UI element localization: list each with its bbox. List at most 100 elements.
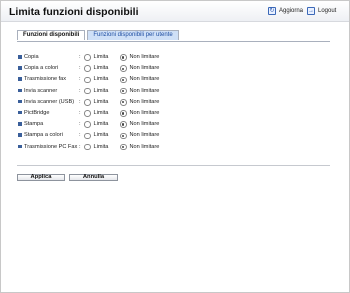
function-name: Trasmissione fax: [24, 76, 67, 83]
nolimit-radio[interactable]: [120, 65, 127, 72]
function-row: Invia scanner (USB): Limita Non limitare: [18, 98, 338, 109]
nolimit-radio[interactable]: [120, 87, 127, 95]
function-name: Stampa: [24, 121, 44, 128]
limit-option[interactable]: Limita: [84, 131, 109, 140]
nolimit-option[interactable]: Non limitare: [120, 131, 160, 140]
function-name: Invia scanner (USB): [24, 98, 75, 105]
tab-functions-per-user[interactable]: Funzioni disponibili per utente: [87, 30, 179, 40]
limit-radio[interactable]: [84, 76, 91, 84]
nolimit-label: Non limitare: [129, 54, 160, 60]
separator: :: [79, 65, 81, 72]
nolimit-label: Non limitare: [129, 98, 160, 105]
nolimit-label: Non limitare: [129, 132, 160, 139]
bullet-icon: [18, 110, 22, 115]
bullet-icon: [18, 66, 22, 70]
separator: :: [79, 87, 81, 94]
function-row: Stampa: Limita Non limitare: [18, 120, 338, 131]
function-name: Copia a colori: [24, 65, 59, 72]
refresh-icon: ↻: [268, 7, 276, 15]
refresh-label: Aggiorna: [279, 8, 304, 14]
separator: :: [79, 143, 81, 150]
nolimit-option[interactable]: Non limitare: [120, 109, 159, 117]
limit-label: Limita: [93, 76, 109, 83]
bullet-icon: [18, 99, 22, 104]
nolimit-radio[interactable]: [120, 121, 127, 128]
logout-label: Logout: [318, 8, 337, 14]
limit-option[interactable]: Limita: [84, 53, 108, 61]
function-row: Stampa a colori: Limita Non limitare: [18, 131, 338, 142]
limit-radio[interactable]: [84, 132, 91, 140]
cancel-button[interactable]: Annulla: [69, 174, 118, 181]
nolimit-radio[interactable]: [120, 76, 127, 84]
limit-label: Limita: [93, 98, 109, 105]
limit-radio[interactable]: [84, 65, 91, 72]
function-row: Copia a colori: Limita Non limitare: [18, 64, 338, 75]
nolimit-radio[interactable]: [120, 110, 127, 117]
limit-label: Limita: [93, 65, 109, 72]
tab-underline: [17, 41, 330, 42]
function-row: Copia: Limita Non limitare: [18, 53, 338, 64]
limit-option[interactable]: Limita: [84, 64, 108, 72]
separator: :: [79, 121, 81, 128]
bullet-icon: [18, 55, 22, 59]
apply-button[interactable]: Applica: [17, 174, 65, 181]
nolimit-option[interactable]: Non limitare: [120, 98, 159, 106]
limit-option[interactable]: Limita: [84, 87, 108, 95]
nolimit-radio[interactable]: [120, 99, 127, 106]
nolimit-option[interactable]: Non limitare: [120, 53, 159, 61]
separator: :: [79, 76, 81, 83]
nolimit-option[interactable]: Non limitare: [120, 143, 159, 151]
limit-radio[interactable]: [84, 121, 91, 128]
function-name: Invia scanner: [24, 87, 58, 94]
limit-radio[interactable]: [84, 87, 91, 95]
limit-radio[interactable]: [84, 110, 91, 117]
nolimit-radio[interactable]: [120, 143, 127, 151]
function-row: Trasmissione fax: Limita Non limitare: [18, 75, 338, 86]
limit-radio[interactable]: [84, 143, 91, 151]
bullet-icon: [18, 122, 22, 126]
nolimit-option[interactable]: Non limitare: [120, 75, 160, 84]
function-row: Invia scanner: Limita Non limitare: [18, 87, 338, 98]
limit-label: Limita: [93, 87, 109, 94]
separator: :: [79, 98, 81, 105]
limit-radio[interactable]: [84, 54, 91, 61]
nolimit-label: Non limitare: [129, 87, 160, 94]
nolimit-option[interactable]: Non limitare: [120, 87, 159, 95]
nolimit-option[interactable]: Non limitare: [120, 64, 159, 72]
limit-option[interactable]: Limita: [84, 143, 108, 151]
limit-label: Limita: [93, 132, 109, 139]
nolimit-label: Non limitare: [129, 109, 160, 116]
nolimit-label: Non limitare: [129, 76, 160, 83]
nolimit-option[interactable]: Non limitare: [120, 120, 159, 128]
tab-bar: Funzioni disponibili Funzioni disponibil…: [17, 30, 179, 41]
limit-option[interactable]: Limita: [84, 75, 109, 84]
limit-option[interactable]: Limita: [84, 98, 108, 106]
logout-icon: →: [307, 7, 315, 15]
refresh-button[interactable]: ↻ Aggiorna: [268, 6, 303, 16]
function-row: PictBridge: Limita Non limitare: [18, 109, 338, 120]
nolimit-radio[interactable]: [120, 132, 127, 140]
limit-label: Limita: [93, 121, 109, 128]
limit-label: Limita: [93, 109, 109, 116]
bullet-icon: [18, 133, 22, 137]
divider: [17, 165, 330, 166]
limit-option[interactable]: Limita: [84, 109, 108, 117]
nolimit-label: Non limitare: [129, 143, 160, 150]
bullet-icon: [18, 88, 22, 93]
logout-button[interactable]: → Logout: [307, 6, 336, 16]
limit-radio[interactable]: [84, 99, 91, 106]
limit-label: Limita: [93, 143, 109, 150]
nolimit-label: Non limitare: [129, 121, 160, 128]
page-header: Limita funzioni disponibili ↻ Aggiorna →…: [1, 1, 349, 22]
nolimit-radio[interactable]: [120, 54, 127, 61]
function-name: Copia: [24, 54, 39, 60]
page-title: Limita funzioni disponibili: [9, 6, 139, 18]
tab-available-functions[interactable]: Funzioni disponibili: [17, 30, 86, 40]
bullet-icon: [18, 144, 22, 148]
nolimit-label: Non limitare: [129, 65, 160, 72]
function-list: Copia: Limita Non limitare Copia a colori: L…: [18, 53, 338, 154]
function-name: Stampa a colori: [24, 132, 63, 139]
bullet-icon: [18, 77, 22, 81]
limit-option[interactable]: Limita: [84, 120, 108, 128]
separator: :: [79, 54, 81, 60]
